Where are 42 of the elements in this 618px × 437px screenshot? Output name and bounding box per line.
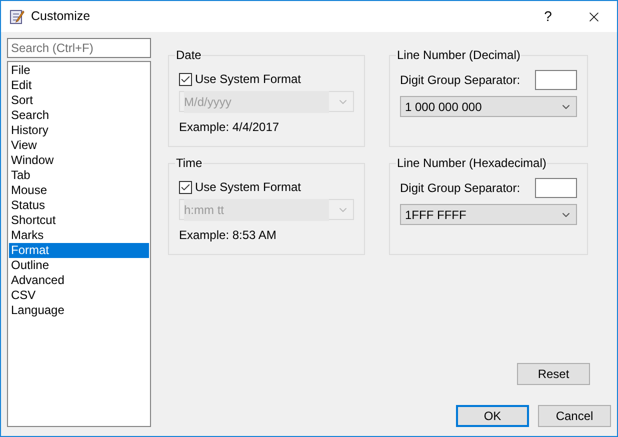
separator-label: Digit Group Separator:	[400, 72, 520, 89]
checkbox-label: Use System Format	[195, 71, 302, 88]
separator-field[interactable]	[535, 70, 577, 90]
category-item[interactable]: Advanced	[9, 273, 149, 288]
category-item[interactable]: Mouse	[9, 183, 149, 198]
ok-button[interactable]: OK	[456, 405, 529, 427]
cancel-button[interactable]: Cancel	[538, 405, 611, 427]
category-item[interactable]: Marks	[9, 228, 149, 243]
group-title: Line Number (Hexadecimal)	[396, 156, 548, 170]
category-item[interactable]: File	[9, 63, 149, 78]
category-item[interactable]: Tab	[9, 168, 149, 183]
category-item[interactable]: CSV	[9, 288, 149, 303]
reset-button[interactable]: Reset	[517, 363, 590, 385]
category-item[interactable]: Sort	[9, 93, 149, 108]
group-title: Date	[175, 48, 202, 62]
checkbox[interactable]	[179, 180, 192, 194]
format-example: Example: 8:53 AM	[179, 227, 278, 244]
window-title: Customize	[31, 8, 90, 26]
category-item[interactable]: Format	[9, 243, 149, 258]
category-item[interactable]: Language	[9, 303, 149, 318]
group-title: Time	[175, 156, 204, 170]
check-icon	[180, 182, 191, 192]
category-item[interactable]: View	[9, 138, 149, 153]
group-title: Line Number (Decimal)	[396, 48, 522, 62]
format-dropdown[interactable]: 1FFF FFFF	[400, 204, 577, 225]
search-field[interactable]: Search (Ctrl+F)	[7, 38, 151, 58]
notepad-icon	[9, 8, 25, 24]
format-example: Example: 4/4/2017	[179, 119, 280, 136]
category-item[interactable]: Shortcut	[9, 213, 149, 228]
category-item[interactable]: Search	[9, 108, 149, 123]
category-item[interactable]: Status	[9, 198, 149, 213]
checkbox[interactable]	[179, 72, 192, 86]
separator-label: Digit Group Separator:	[400, 180, 520, 197]
category-item[interactable]: Outline	[9, 258, 149, 273]
checkbox-label: Use System Format	[195, 179, 302, 196]
check-icon	[180, 74, 191, 84]
category-item[interactable]: Window	[9, 153, 149, 168]
category-item[interactable]: History	[9, 123, 149, 138]
category-item[interactable]: Edit	[9, 78, 149, 93]
format-dropdown[interactable]: 1 000 000 000	[400, 96, 577, 117]
separator-field[interactable]	[535, 178, 577, 198]
help-button[interactable]: ?	[525, 1, 571, 32]
